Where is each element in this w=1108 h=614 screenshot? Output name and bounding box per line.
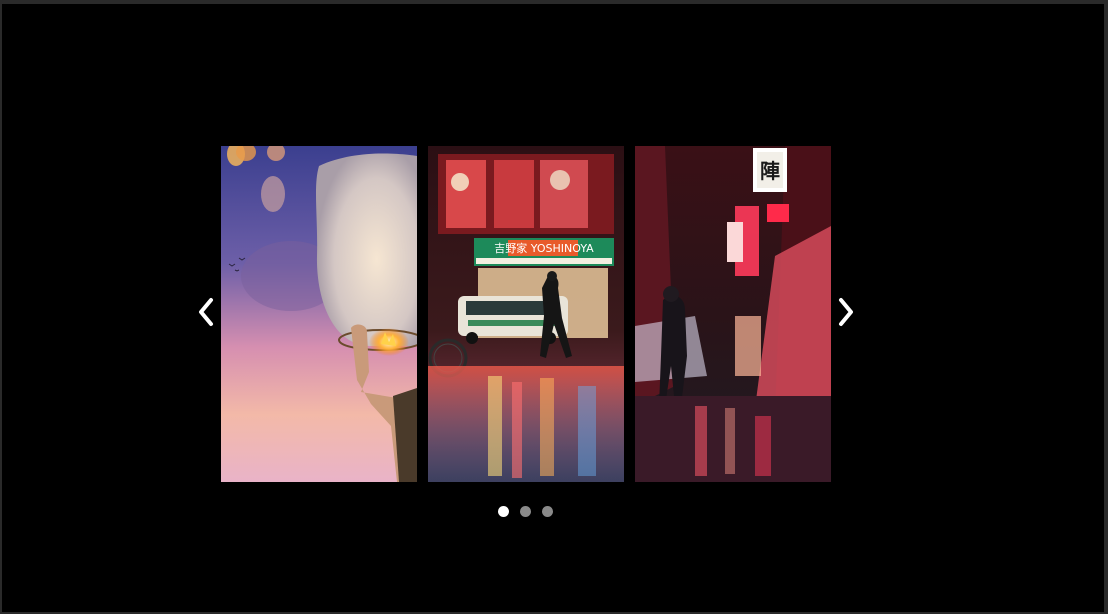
next-slide-button[interactable] [831,292,861,332]
carousel-viewport: 吉野家 YOSHINOYA 陣 [2,4,1104,612]
carousel-pagination [498,506,553,517]
neon-alley-photo: 陣 [635,146,831,482]
slide-tokyo-street[interactable]: 吉野家 YOSHINOYA [428,146,624,482]
pagination-dot-1[interactable] [498,506,509,517]
pagination-dot-2[interactable] [520,506,531,517]
chevron-right-icon [839,298,853,326]
slide-sky-lantern[interactable] [221,146,417,482]
slide-neon-alley[interactable]: 陣 [635,146,831,482]
prev-slide-button[interactable] [191,292,221,332]
sky-lantern-photo [221,146,417,482]
yoshinoya-sign-text: 吉野家 YOSHINOYA [494,241,594,255]
pagination-dot-3[interactable] [542,506,553,517]
chevron-left-icon [199,298,213,326]
tokyo-street-yoshinoya-photo: 吉野家 YOSHINOYA [428,146,624,482]
neon-sign-text: 陣 [760,159,780,183]
carousel-track: 吉野家 YOSHINOYA 陣 [2,4,1104,612]
